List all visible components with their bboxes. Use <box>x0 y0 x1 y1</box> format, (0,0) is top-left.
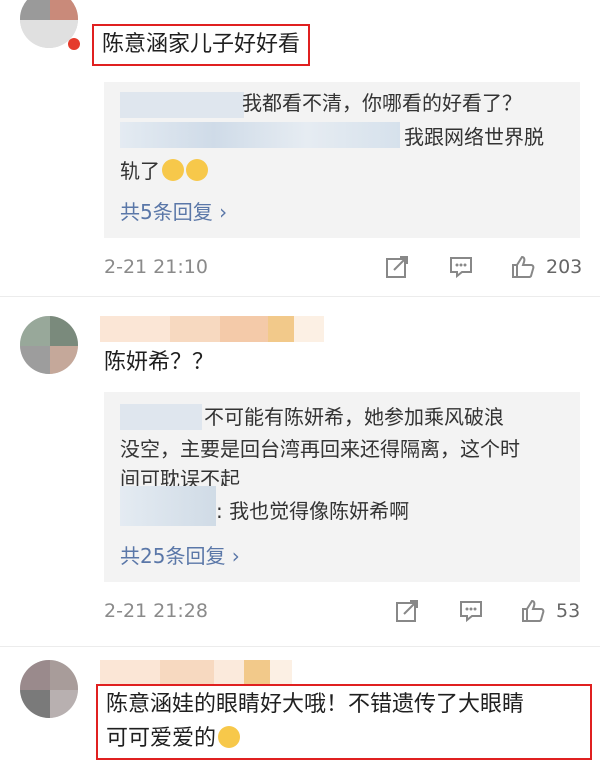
like-icon[interactable] <box>520 598 546 624</box>
like-count: 203 <box>546 256 583 278</box>
comment-meta: 2-21 21:10 203 <box>104 254 583 284</box>
divider <box>0 646 600 647</box>
comment-text-line: 可可爱爱的 <box>106 722 582 756</box>
reply-box[interactable]: 不可能有陈妍希，她参加乘风破浪 没空，主要是回台湾再回来还得隔离，这个时 间可耽… <box>104 392 580 582</box>
reply-line: : 我也觉得像陈妍希啊 <box>216 499 410 523</box>
share-icon[interactable] <box>394 598 420 624</box>
divider <box>0 296 600 297</box>
blurred-username <box>100 316 324 342</box>
blurred-username <box>120 122 400 148</box>
reply-line: 间可耽误不起 <box>120 467 240 486</box>
laughing-emoji-icon <box>162 159 184 181</box>
avatar[interactable] <box>20 316 78 374</box>
laughing-emoji-icon <box>186 159 208 181</box>
reply-line: 我都看不清，你哪看的好看了？ <box>242 91 522 115</box>
comment-meta: 2-21 21:28 53 <box>104 598 580 628</box>
more-replies-link[interactable]: 共5条回复 › <box>120 196 227 225</box>
comment-text: 陈意涵娃的眼睛好大哦！不错遗传了大眼睛 可可爱爱的 <box>96 684 592 760</box>
comment-1: 陈意涵家儿子好好看 我都看不清，你哪看的好看了？ 我跟网络世界脱 轨了 共5条回… <box>0 0 600 300</box>
comment-3: 陈意涵娃的眼睛好大哦！不错遗传了大眼睛 可可爱爱的 <box>0 648 600 768</box>
like-count: 53 <box>556 600 581 622</box>
like-icon[interactable] <box>510 254 536 280</box>
blurred-username <box>120 92 244 118</box>
comment-text: 陈意涵家儿子好好看 <box>92 24 311 66</box>
share-icon[interactable] <box>384 254 410 280</box>
blurred-username <box>120 404 202 430</box>
comment-text: 陈妍希？？ <box>104 350 215 375</box>
avatar[interactable] <box>20 660 78 718</box>
reply-line: 我跟网络世界脱 <box>404 125 544 149</box>
blurred-username <box>120 486 216 526</box>
blurred-username <box>100 660 292 686</box>
comment-text-line: 陈意涵娃的眼睛好大哦！不错遗传了大眼睛 <box>106 692 525 717</box>
reply-line: 不可能有陈妍希，她参加乘风破浪 <box>204 405 504 429</box>
timestamp: 2-21 21:10 <box>104 256 208 278</box>
comment-icon[interactable] <box>458 598 484 624</box>
comment-icon[interactable] <box>448 254 474 280</box>
timestamp: 2-21 21:28 <box>104 600 208 622</box>
verified-badge-icon <box>68 38 80 50</box>
smiling-emoji-icon <box>218 726 241 748</box>
reply-line: 轨了 <box>120 156 208 186</box>
more-replies-link[interactable]: 共25条回复 › <box>120 540 240 569</box>
reply-box[interactable]: 我都看不清，你哪看的好看了？ 我跟网络世界脱 轨了 共5条回复 › <box>104 82 580 238</box>
comment-2: 陈妍希？？ 不可能有陈妍希，她参加乘风破浪 没空，主要是回台湾再回来还得隔离，这… <box>0 300 600 648</box>
reply-line: 没空，主要是回台湾再回来还得隔离，这个时 <box>120 437 520 461</box>
